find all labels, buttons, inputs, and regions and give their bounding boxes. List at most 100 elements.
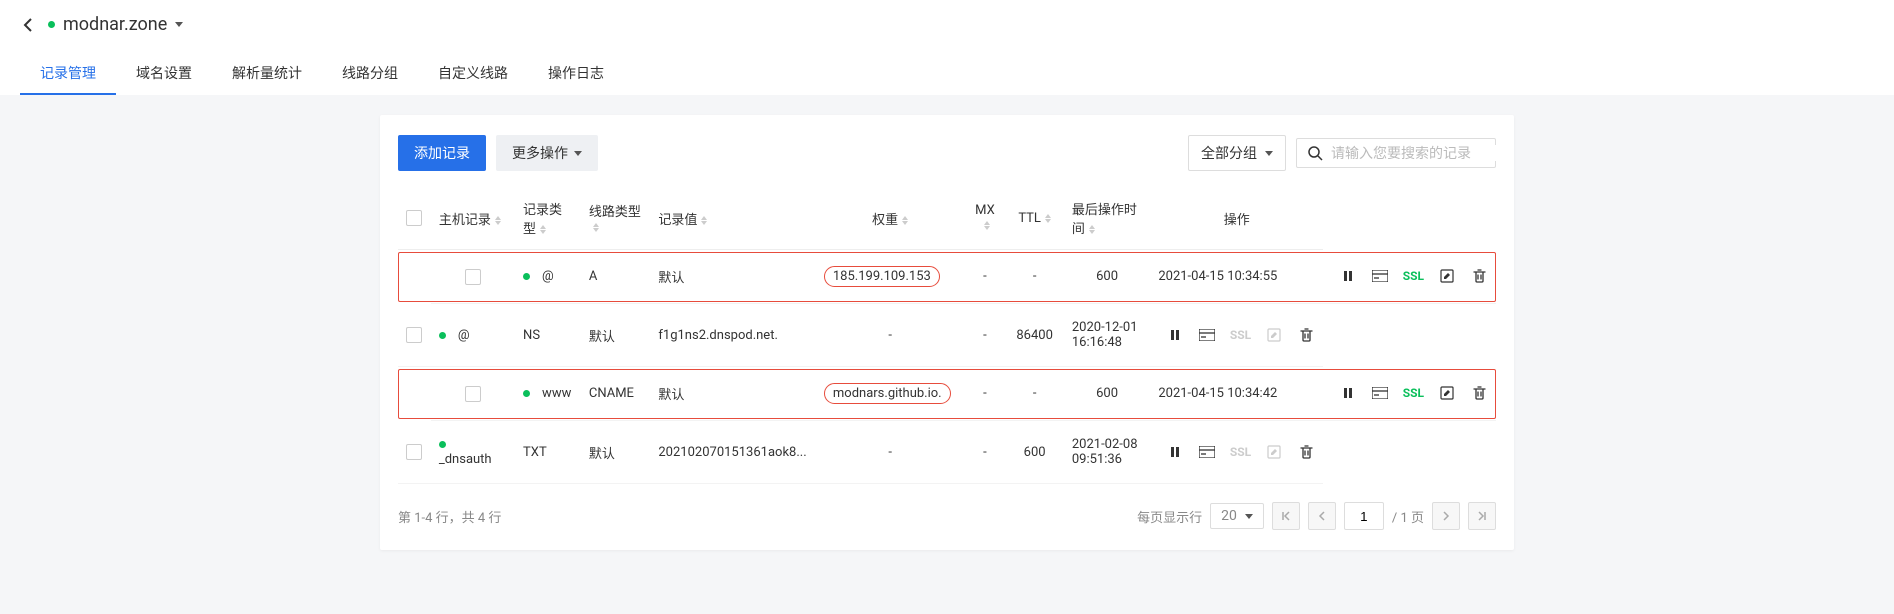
ssl-badge[interactable]: SSL [1403, 269, 1424, 283]
table-row: www CNAME 默认 modnars.github.io. - - 600 … [398, 367, 1496, 421]
mx-cell: - [1005, 367, 1063, 421]
weight-cell: - [816, 421, 965, 484]
tab-3[interactable]: 线路分组 [322, 53, 418, 95]
col-value[interactable]: 记录值 [650, 187, 816, 250]
add-record-button[interactable]: 添加记录 [398, 135, 486, 171]
record-value: modnars.github.io. [824, 383, 951, 404]
status-dot-icon [439, 332, 446, 339]
record-value: 202102070151361aok8... [658, 445, 806, 460]
group-select-label: 全部分组 [1201, 143, 1257, 163]
page-input[interactable] [1344, 502, 1384, 530]
tab-0[interactable]: 记录管理 [20, 53, 116, 95]
ssl-badge[interactable]: SSL [1230, 328, 1251, 342]
ttl-cell: 86400 [1005, 304, 1063, 367]
tab-5[interactable]: 操作日志 [528, 53, 624, 95]
pause-icon[interactable] [1166, 326, 1184, 344]
row-checkbox[interactable] [406, 327, 422, 343]
chevron-down-icon [175, 22, 183, 27]
back-button[interactable] [20, 17, 36, 33]
domain-selector[interactable]: modnar.zone [48, 14, 183, 35]
edit-icon[interactable] [1265, 443, 1283, 461]
tab-4[interactable]: 自定义线路 [418, 53, 528, 95]
edit-icon[interactable] [1265, 326, 1283, 344]
col-mx[interactable]: MX [965, 187, 1006, 250]
mx-cell: - [965, 304, 1006, 367]
host-cell: @ [542, 269, 554, 284]
domain-name: modnar.zone [63, 14, 167, 35]
tab-2[interactable]: 解析量统计 [212, 53, 322, 95]
status-dot-icon [439, 441, 446, 448]
line-cell: 默认 [650, 250, 816, 304]
first-page-button[interactable] [1272, 502, 1300, 530]
ttl-cell: 600 [1064, 367, 1150, 421]
record-value: 185.199.109.153 [824, 266, 940, 287]
search-input[interactable] [1331, 145, 1512, 161]
select-all-checkbox[interactable] [406, 210, 422, 226]
table-row: @ A 默认 185.199.109.153 - - 600 2021-04-1… [398, 250, 1496, 304]
pause-icon[interactable] [1339, 267, 1357, 285]
tab-1[interactable]: 域名设置 [116, 53, 212, 95]
total-pages: / 1 页 [1392, 507, 1424, 526]
trash-icon[interactable] [1297, 326, 1315, 344]
col-ttl[interactable]: TTL [1005, 187, 1063, 250]
search-icon [1307, 145, 1323, 161]
col-host[interactable]: 主机记录 [431, 187, 515, 250]
more-ops-label: 更多操作 [512, 143, 568, 163]
row-checkbox[interactable] [406, 444, 422, 460]
row-checkbox[interactable] [465, 386, 481, 402]
host-cell: @ [458, 328, 470, 343]
status-dot-icon [48, 21, 55, 28]
card-icon[interactable] [1198, 326, 1216, 344]
ssl-badge[interactable]: SSL [1230, 445, 1251, 459]
per-page-select[interactable]: 20 [1210, 503, 1264, 529]
time-cell: 2020-12-01 16:16:48 [1064, 304, 1150, 367]
trash-icon[interactable] [1470, 384, 1488, 402]
status-dot-icon [523, 273, 530, 280]
line-cell: 默认 [581, 304, 651, 367]
weight-cell: - [965, 367, 1006, 421]
trash-icon[interactable] [1470, 267, 1488, 285]
weight-cell: - [965, 250, 1006, 304]
table-row: _dnsauth TXT 默认 202102070151361aok8... -… [398, 421, 1496, 484]
status-dot-icon [523, 390, 530, 397]
time-cell: 2021-04-15 10:34:42 [1150, 367, 1323, 421]
chevron-down-icon [1245, 514, 1253, 519]
line-cell: 默认 [581, 421, 651, 484]
ttl-cell: 600 [1005, 421, 1063, 484]
type-cell: CNAME [581, 367, 651, 421]
host-cell: www [542, 386, 571, 401]
card-icon[interactable] [1371, 267, 1389, 285]
pagination-summary: 第 1-4 行，共 4 行 [398, 507, 501, 526]
group-select[interactable]: 全部分组 [1188, 135, 1286, 171]
chevron-down-icon [574, 151, 582, 156]
col-type[interactable]: 记录类型 [515, 187, 581, 250]
table-row: @ NS 默认 f1g1ns2.dnspod.net. - - 86400 20… [398, 304, 1496, 367]
col-actions: 操作 [1150, 187, 1323, 250]
edit-icon[interactable] [1438, 267, 1456, 285]
next-page-button[interactable] [1432, 502, 1460, 530]
type-cell: TXT [515, 421, 581, 484]
mx-cell: - [965, 421, 1006, 484]
pause-icon[interactable] [1166, 443, 1184, 461]
record-value: f1g1ns2.dnspod.net. [658, 328, 778, 343]
more-ops-button[interactable]: 更多操作 [496, 135, 598, 171]
time-cell: 2021-02-08 09:51:36 [1064, 421, 1150, 484]
mx-cell: - [1005, 250, 1063, 304]
trash-icon[interactable] [1297, 443, 1315, 461]
col-weight[interactable]: 权重 [816, 187, 965, 250]
prev-page-button[interactable] [1308, 502, 1336, 530]
col-time[interactable]: 最后操作时间 [1064, 187, 1150, 250]
row-checkbox[interactable] [465, 269, 481, 285]
search-box[interactable] [1296, 138, 1496, 168]
edit-icon[interactable] [1438, 384, 1456, 402]
type-cell: NS [515, 304, 581, 367]
host-cell: _dnsauth [439, 452, 492, 467]
per-page-label: 每页显示行 [1137, 507, 1202, 526]
card-icon[interactable] [1371, 384, 1389, 402]
card-icon[interactable] [1198, 443, 1216, 461]
last-page-button[interactable] [1468, 502, 1496, 530]
col-line[interactable]: 线路类型 [581, 187, 651, 250]
pause-icon[interactable] [1339, 384, 1357, 402]
line-cell: 默认 [650, 367, 816, 421]
ssl-badge[interactable]: SSL [1403, 386, 1424, 400]
